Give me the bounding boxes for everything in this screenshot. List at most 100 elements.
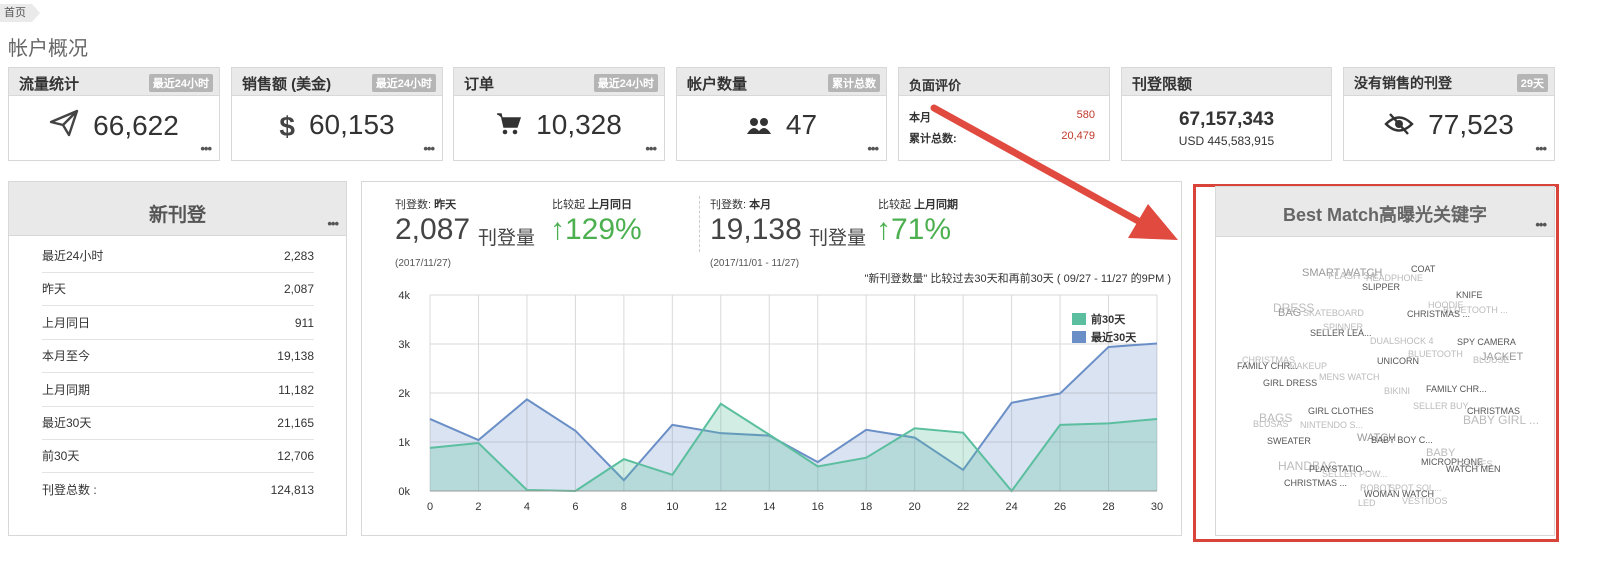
keyword-item[interactable]: MENS WATCH	[1319, 372, 1380, 382]
keyword-item[interactable]: BABY GIRL ...	[1463, 413, 1539, 427]
new-listing-value: 124,813	[270, 482, 314, 497]
x-tick-label: 16	[812, 501, 824, 513]
new-listing-value: 2,087	[283, 282, 314, 297]
keyword-item[interactable]: GIRL DRESS	[1263, 378, 1317, 388]
new-listing-value: 12,706	[277, 449, 314, 464]
no-sales-card: 没有销售的刊登 29天 77,523 •••	[1343, 67, 1555, 161]
listing-area-chart: 0k1k2k3k4k0 2 4 6 8 10 12 14 16 18 20 22 24 26 28 30前30…	[398, 290, 1163, 513]
keyword-item[interactable]: GIRL CLOTHES	[1308, 406, 1374, 416]
keyword-item[interactable]: SELLER LEA...	[1310, 328, 1372, 338]
new-listing-label: 前30天	[42, 449, 80, 464]
keyword-item[interactable]: BIKINI	[1384, 386, 1410, 396]
left-pct: 129%	[565, 213, 642, 246]
accounts-more-button[interactable]: •••	[867, 141, 879, 156]
no-sales-value: 77,523	[1428, 109, 1514, 140]
listing-limit-title: 刊登限额	[1132, 76, 1193, 93]
dollar-icon: $	[279, 111, 295, 142]
negative-total-value[interactable]: 20,479	[1061, 130, 1095, 142]
orders-card: 订单 最近24小时 10,328 •••	[453, 67, 665, 161]
keyword-item[interactable]: FAMILY CHR...	[1426, 384, 1487, 394]
traffic-more-button[interactable]: •••	[200, 141, 212, 156]
keyword-item[interactable]: SLIPPER	[1362, 282, 1400, 292]
left-cmp-bold: 上月同日	[588, 199, 633, 211]
y-tick-label: 1k	[398, 437, 410, 449]
x-tick-label: 18	[860, 501, 872, 513]
new-listings-more-button[interactable]: •••	[327, 216, 339, 231]
keyword-item[interactable]: BAG	[1278, 307, 1301, 319]
breadcrumb[interactable]: 首页	[0, 4, 40, 22]
keyword-item[interactable]: SWEATER	[1267, 436, 1311, 446]
x-tick-label: 28	[1102, 501, 1114, 513]
keyword-item[interactable]: SELLER BUY...	[1413, 401, 1475, 411]
new-listings-title: 新刊登	[148, 205, 206, 226]
negative-total-label: 累计总数:	[909, 133, 957, 145]
right-date: (2017/11/01 - 11/27)	[710, 258, 800, 269]
right-stat-value: 19,138	[710, 213, 802, 246]
no-sales-title: 没有销售的刊登	[1354, 75, 1452, 91]
x-tick-label: 22	[957, 501, 969, 513]
negative-card-title: 负面评价	[909, 78, 962, 93]
x-tick-label: 24	[1005, 501, 1017, 513]
keyword-item[interactable]: NINTENDO S...	[1300, 420, 1363, 430]
negative-month-value[interactable]: 580	[1077, 109, 1095, 121]
keyword-item[interactable]: SPY CAMERA	[1457, 337, 1516, 347]
traffic-card-title: 流量统计	[19, 76, 80, 93]
keyword-item[interactable]: KNIFE	[1456, 290, 1483, 300]
x-tick-label: 8	[621, 501, 627, 513]
y-tick-label: 4k	[398, 290, 410, 302]
listing-limit-card: 刊登限额 67,157,343 USD 445,583,915	[1121, 67, 1332, 161]
keyword-item[interactable]: VESTIDOS	[1402, 496, 1448, 506]
keyword-item[interactable]: MAKEUP	[1289, 361, 1327, 371]
accounts-card: 帐户数量 累计总数 47 •••	[676, 67, 887, 161]
keyword-item[interactable]: BABY BOY C...	[1371, 435, 1433, 445]
x-tick-label: 4	[524, 501, 530, 513]
left-date: (2017/11/27)	[395, 258, 451, 269]
x-tick-label: 6	[572, 501, 578, 513]
new-listing-label: 最近24小时	[42, 249, 104, 263]
new-listing-row: 最近24小时 2,283	[42, 240, 314, 273]
sales-card-badge: 最近24小时	[371, 74, 436, 92]
left-cap-bold: 昨天	[434, 199, 457, 211]
traffic-card-badge: 最近24小时	[148, 74, 213, 92]
keyword-item[interactable]: CHRISTMAS ...	[1284, 478, 1347, 488]
new-listing-value: 21,165	[277, 416, 314, 430]
no-sales-badge: 29天	[1516, 74, 1548, 92]
listing-limit-usd: USD 445,583,915	[1178, 134, 1275, 148]
keyword-item[interactable]: UNICORN	[1377, 356, 1419, 366]
legend-swatch	[1072, 313, 1086, 325]
no-sales-more-button[interactable]: •••	[1535, 141, 1547, 156]
new-listing-row: 前30天 12,706	[42, 440, 314, 474]
keyword-more-button[interactable]: •••	[1535, 217, 1547, 232]
keyword-item[interactable]: BLOUSE	[1473, 355, 1510, 365]
legend-label: 最近30天	[1091, 330, 1137, 344]
orders-value: 10,328	[536, 109, 622, 140]
eye-slash-icon	[1384, 112, 1414, 143]
left-cmp-prefix: 比较起	[552, 199, 585, 211]
legend-label: 前30天	[1091, 312, 1126, 326]
y-tick-label: 3k	[398, 339, 410, 351]
keyword-item[interactable]: SKATEBOARD	[1303, 308, 1364, 318]
keyword-item[interactable]: DUALSHOCK 4	[1370, 336, 1434, 346]
orders-card-title: 订单	[464, 76, 495, 93]
negative-card: 负面评价 本月 580 累计总数: 20,479	[898, 67, 1110, 161]
x-tick-label: 20	[909, 501, 921, 513]
x-tick-label: 26	[1054, 501, 1066, 513]
new-listings-panel: 新刊登 ••• 最近24小时 2,283 昨天 2,087 上月同日 911 本月至今 19,…	[8, 181, 347, 536]
cart-icon	[496, 112, 522, 143]
x-tick-label: 14	[763, 501, 775, 513]
listing-chart-panel: 刊登数: 昨天 2,087 刊登量 比较起 上月同日 ↑129% (2017/1…	[361, 181, 1182, 536]
left-cap-prefix: 刊登数:	[395, 199, 432, 211]
keyword-item[interactable]: LED	[1358, 498, 1376, 508]
arrow-up-icon: ↑	[876, 213, 891, 246]
orders-more-button[interactable]: •••	[645, 141, 657, 156]
right-cap-bold: 本月	[749, 199, 772, 211]
new-listing-label: 上月同期	[42, 382, 91, 397]
right-pct: 71%	[891, 213, 952, 246]
sales-more-button[interactable]: •••	[423, 141, 435, 156]
keyword-item[interactable]: CHRISTMAS ...	[1407, 309, 1470, 319]
accounts-value: 47	[785, 109, 818, 140]
new-listing-value: 11,182	[278, 382, 314, 397]
keyword-item[interactable]: WATCH MEN	[1446, 464, 1501, 474]
traffic-value: 66,622	[93, 110, 179, 141]
keyword-item[interactable]: BLUSAS	[1253, 419, 1289, 429]
